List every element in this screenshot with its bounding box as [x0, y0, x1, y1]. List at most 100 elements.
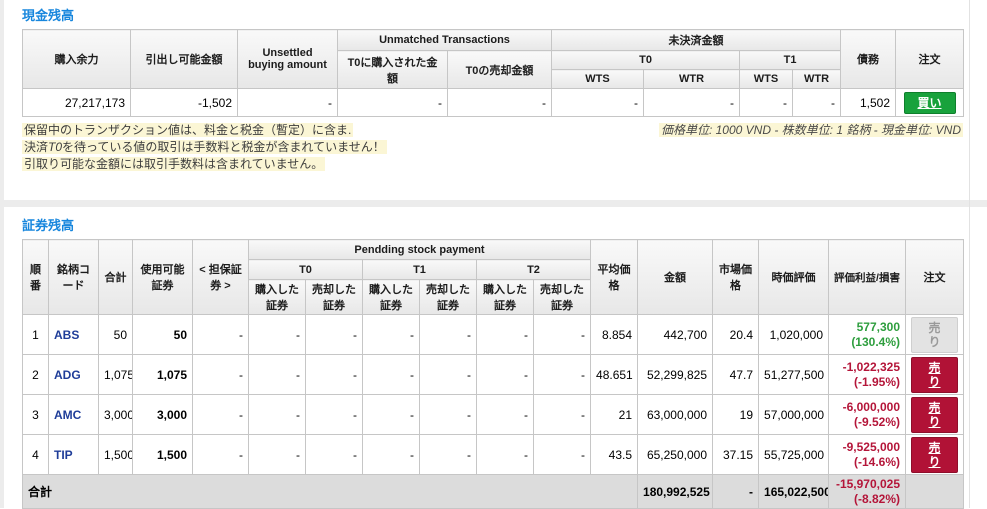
cash-balance-row: 27,217,173 -1,502 - - - - - - - 1,502 買い: [23, 89, 964, 117]
col-header-t1-wts: WTS: [740, 70, 793, 89]
col-header-t2-bought: 購入した証券: [477, 280, 534, 315]
cell-index: 4: [23, 435, 49, 475]
securities-balance-table: 順番 銘柄コード 合計 使用可能証券 < 担保証券 > Pendding sto…: [22, 239, 964, 509]
cell-amount: 63,000,000: [638, 395, 713, 435]
cell-index: 1: [23, 315, 49, 355]
cell-t2-sold: -: [534, 435, 591, 475]
table-row: 1 ABS 50 50 - - - - - - - 8.854 442,700 …: [23, 315, 964, 355]
col-header-order: 注文: [896, 30, 964, 89]
cell-avg-price: 48.651: [591, 355, 638, 395]
cell-t2-bought: -: [477, 435, 534, 475]
stock-code-link[interactable]: ADG: [49, 355, 99, 395]
col-header-available: 使用可能証券: [133, 240, 193, 315]
col-header-pl: 評価利益/損害: [829, 240, 906, 315]
col-header-order: 注文: [906, 240, 964, 315]
unit-note: 価格単位: 1000 VND - 株数単位: 1 銘柄 - 現金単位: VND: [659, 122, 963, 139]
col-header-t1-bought: 購入した証券: [363, 280, 420, 315]
cell-total: 1,075: [99, 355, 133, 395]
col-header-sold-t0: T0の売却金額: [448, 51, 552, 89]
total-pl: -15,970,025 (-8.82%): [829, 475, 906, 509]
col-header-withdrawable: 引出し可能金額: [131, 30, 238, 89]
col-group-t0: T0: [249, 260, 363, 280]
cell-t1-bought: -: [363, 395, 420, 435]
cell-sold-t0: -: [448, 89, 552, 117]
col-header-t0-wts: WTS: [552, 70, 644, 89]
cell-order: 売り: [906, 315, 964, 355]
sell-button[interactable]: 売り: [911, 437, 958, 473]
col-header-no: 順番: [23, 240, 49, 315]
col-group-unmatched-transactions: Unmatched Transactions: [338, 30, 552, 51]
note-line-2: 決済T0を待っている値の取引は手数料と税金が含まれていません！: [22, 139, 387, 156]
cell-available: 1,075: [133, 355, 193, 395]
cell-market-value: 57,000,000: [759, 395, 829, 435]
section-separator: [0, 200, 987, 207]
col-header-t0-wtr: WTR: [644, 70, 740, 89]
cell-t2-sold: -: [534, 355, 591, 395]
cash-notes-area: 保留中のトランザクション値は、料金と税金（暫定）に含ま. 決済T0を待っている値…: [22, 122, 963, 173]
cell-t1-wts: -: [740, 89, 793, 117]
col-header-t1-wtr: WTR: [793, 70, 841, 89]
col-header-unsettled-buying: Unsettled buying amount: [238, 30, 338, 89]
cell-avg-price: 8.854: [591, 315, 638, 355]
col-group-pending-stock-payment: Pendding stock payment: [249, 240, 591, 260]
sell-button[interactable]: 売り: [911, 397, 958, 433]
cell-t1-bought: -: [363, 315, 420, 355]
cell-t1-bought: -: [363, 435, 420, 475]
cell-t2-sold: -: [534, 315, 591, 355]
cell-collateral: -: [193, 435, 249, 475]
cell-market-value: 1,020,000: [759, 315, 829, 355]
col-header-t2-sold: 売却した証券: [534, 280, 591, 315]
cell-collateral: -: [193, 395, 249, 435]
cell-t1-sold: -: [420, 395, 477, 435]
cell-t0-wts: -: [552, 89, 644, 117]
note-line-1: 保留中のトランザクション値は、料金と税金（暫定）に含ま.: [22, 122, 387, 139]
securities-balance-section: 証券残高 順番 銘柄コード 合計 使用可能証券 < 担保証券 > Pe: [0, 207, 987, 509]
cell-market-price: 20.4: [713, 315, 759, 355]
col-group-pending-amount: 未決済金額: [552, 30, 841, 51]
col-header-t0-sold: 売却した証券: [306, 280, 363, 315]
cell-market-price: 37.15: [713, 435, 759, 475]
cell-index: 3: [23, 395, 49, 435]
cell-t1-bought: -: [363, 355, 420, 395]
cash-balance-table: 購入余力 引出し可能金額 Unsettled buying amount Unm…: [22, 29, 964, 117]
cell-t2-bought: -: [477, 315, 534, 355]
sell-button[interactable]: 売り: [911, 357, 958, 393]
cell-order: 買い: [896, 89, 964, 117]
cell-t0-bought: -: [249, 355, 306, 395]
cell-market-value: 55,725,000: [759, 435, 829, 475]
cell-t1-sold: -: [420, 435, 477, 475]
buy-button[interactable]: 買い: [904, 92, 956, 114]
stock-code-link[interactable]: AMC: [49, 395, 99, 435]
cell-t0-sold: -: [306, 315, 363, 355]
cell-t0-sold: -: [306, 395, 363, 435]
stock-code-link[interactable]: ABS: [49, 315, 99, 355]
cell-market-price: 19: [713, 395, 759, 435]
cell-bought-t0: -: [338, 89, 448, 117]
cell-t1-sold: -: [420, 355, 477, 395]
col-header-bought-t0: T0に購入された金額: [338, 51, 448, 89]
total-label: 合計: [23, 475, 638, 509]
cell-avg-price: 43.5: [591, 435, 638, 475]
cell-t2-sold: -: [534, 395, 591, 435]
col-header-market-price: 市場価格: [713, 240, 759, 315]
total-order-cell: [906, 475, 964, 509]
col-group-t1: T1: [363, 260, 477, 280]
cell-order: 売り: [906, 355, 964, 395]
total-market-value: 165,022,500: [759, 475, 829, 509]
col-header-buying-power: 購入余力: [23, 30, 131, 89]
cash-notes: 保留中のトランザクション値は、料金と税金（暫定）に含ま. 決済T0を待っている値…: [22, 122, 387, 173]
right-edge-line: [969, 0, 970, 508]
cell-available: 50: [133, 315, 193, 355]
total-row: 合計 180,992,525 - 165,022,500 -15,970,025…: [23, 475, 964, 509]
cell-amount: 52,299,825: [638, 355, 713, 395]
cell-buying-power: 27,217,173: [23, 89, 131, 117]
table-row: 3 AMC 3,000 3,000 - - - - - - - 21 63,00…: [23, 395, 964, 435]
col-header-collateral: < 担保証券 >: [193, 240, 249, 315]
col-header-debt: 債務: [841, 30, 896, 89]
col-header-market-value: 時価評価: [759, 240, 829, 315]
col-group-t1: T1: [740, 51, 841, 70]
cell-market-value: 51,277,500: [759, 355, 829, 395]
stock-code-link[interactable]: TIP: [49, 435, 99, 475]
cell-amount: 442,700: [638, 315, 713, 355]
cell-t0-bought: -: [249, 315, 306, 355]
